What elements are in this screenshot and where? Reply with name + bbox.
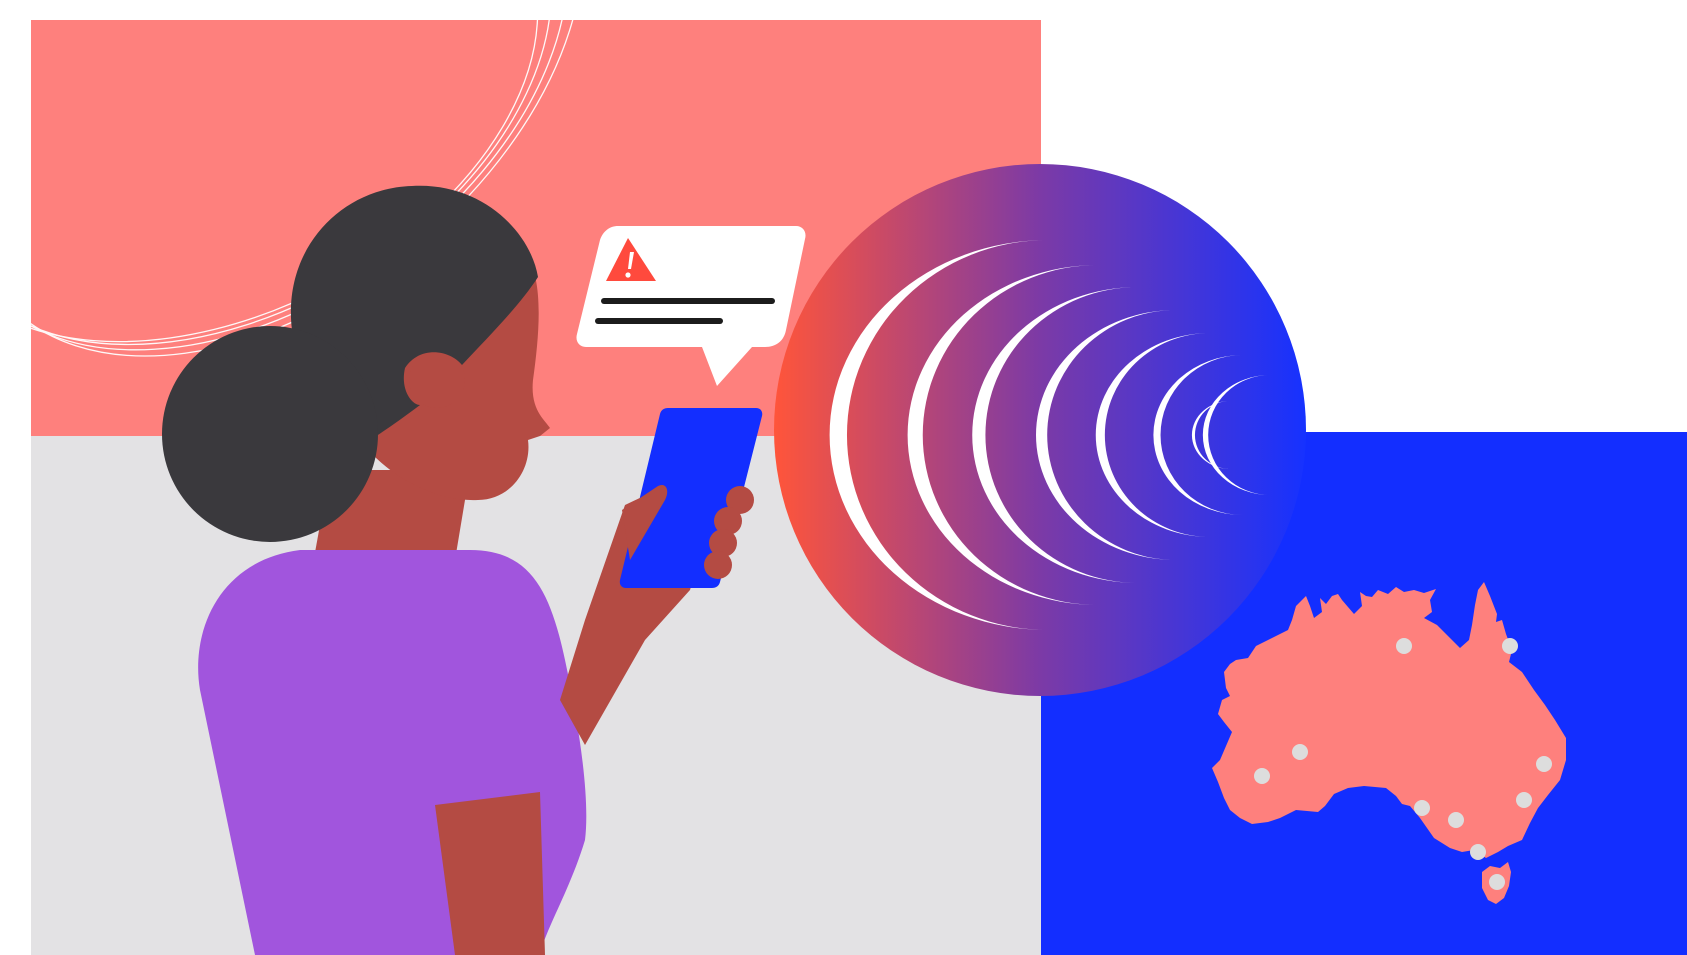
map-city-dot — [1489, 874, 1505, 890]
map-city-dot — [1448, 812, 1464, 828]
map-city-dot — [1502, 638, 1518, 654]
map-city-dot — [1414, 800, 1430, 816]
map-city-dot — [1292, 744, 1308, 760]
map-city-dot — [1516, 792, 1532, 808]
map-city-dot — [1536, 756, 1552, 772]
ear — [409, 352, 465, 408]
map-city-dot — [1254, 768, 1270, 784]
scam-alert-illustration — [0, 0, 1687, 955]
map-city-dot — [1470, 844, 1486, 860]
map-city-dot — [1396, 638, 1412, 654]
signal-emitter — [774, 164, 1306, 696]
hair-bun — [162, 326, 378, 542]
